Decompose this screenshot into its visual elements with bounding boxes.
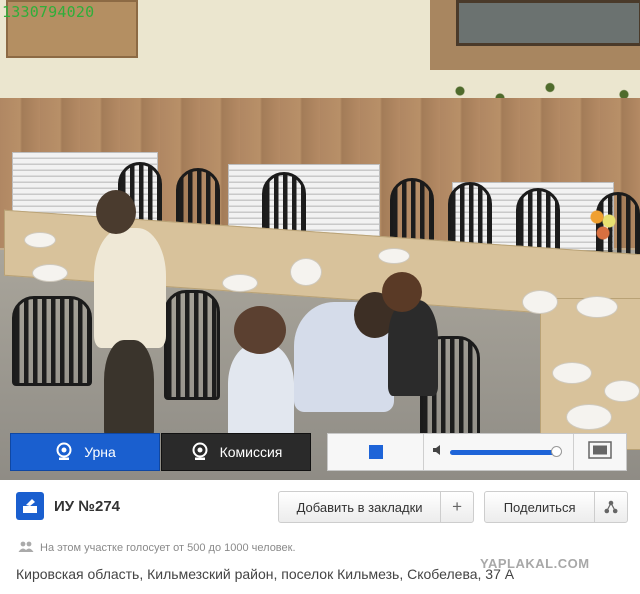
bookmark-button-group: Добавить в закладки + [278,491,474,523]
wall-panel-right [430,0,640,70]
voters-info: На этом участке голосует от 500 до 1000 … [18,541,296,555]
plate [24,232,56,248]
player-controls [327,433,627,471]
camera-tabs: Урна Комиссия [10,433,311,471]
person-head [382,272,422,312]
watermark: YAPLAKAL.COM [480,556,590,571]
tab-label: Комиссия [219,444,283,460]
webcam-icon [54,442,74,462]
plate [552,362,592,384]
plus-icon[interactable]: + [441,492,473,522]
person-sitting [228,344,294,444]
volume-slider[interactable] [450,445,563,457]
station-name: ИУ №274 [54,497,121,515]
plate [522,290,558,314]
wall-picture [456,0,640,46]
plate [566,404,612,430]
people-icon [18,541,34,555]
stream-overlay-id: 1330794020 [2,3,95,21]
stop-button[interactable] [328,434,424,470]
plate [290,258,322,286]
ballot-box-icon [16,492,44,520]
station-address: Кировская область, Кильмезский район, по… [16,566,515,582]
person-head [96,190,136,234]
voters-text: На этом участке голосует от 500 до 1000 … [40,542,296,554]
person-head [234,306,286,354]
person-legs [104,340,154,440]
tab-urna[interactable]: Урна [10,433,160,471]
add-bookmark-button[interactable]: Добавить в закладки [279,492,442,522]
chair [12,296,92,386]
share-icon[interactable] [595,492,627,522]
flower-vase [585,205,625,245]
chair [164,290,220,400]
volume-control [424,434,574,470]
speaker-icon[interactable] [432,443,444,461]
person-sitting [388,300,438,396]
plate [32,264,68,282]
plate [222,274,258,292]
station-header: ИУ №274 [16,492,120,520]
webcam-video-frame: 1330794020 [0,0,640,480]
tab-komissiya[interactable]: Комиссия [161,433,311,471]
person-standing [94,228,166,348]
share-button-group: Поделиться [484,491,628,523]
tab-label: Урна [84,444,116,460]
fullscreen-button[interactable] [574,434,626,470]
plate [576,296,618,318]
volume-handle[interactable] [551,445,563,457]
plate [604,380,640,402]
share-button[interactable]: Поделиться [485,492,596,522]
plate [378,248,410,264]
stop-icon [368,445,383,459]
webcam-icon [190,442,210,462]
fullscreen-icon [588,440,612,464]
volume-level [450,449,557,455]
